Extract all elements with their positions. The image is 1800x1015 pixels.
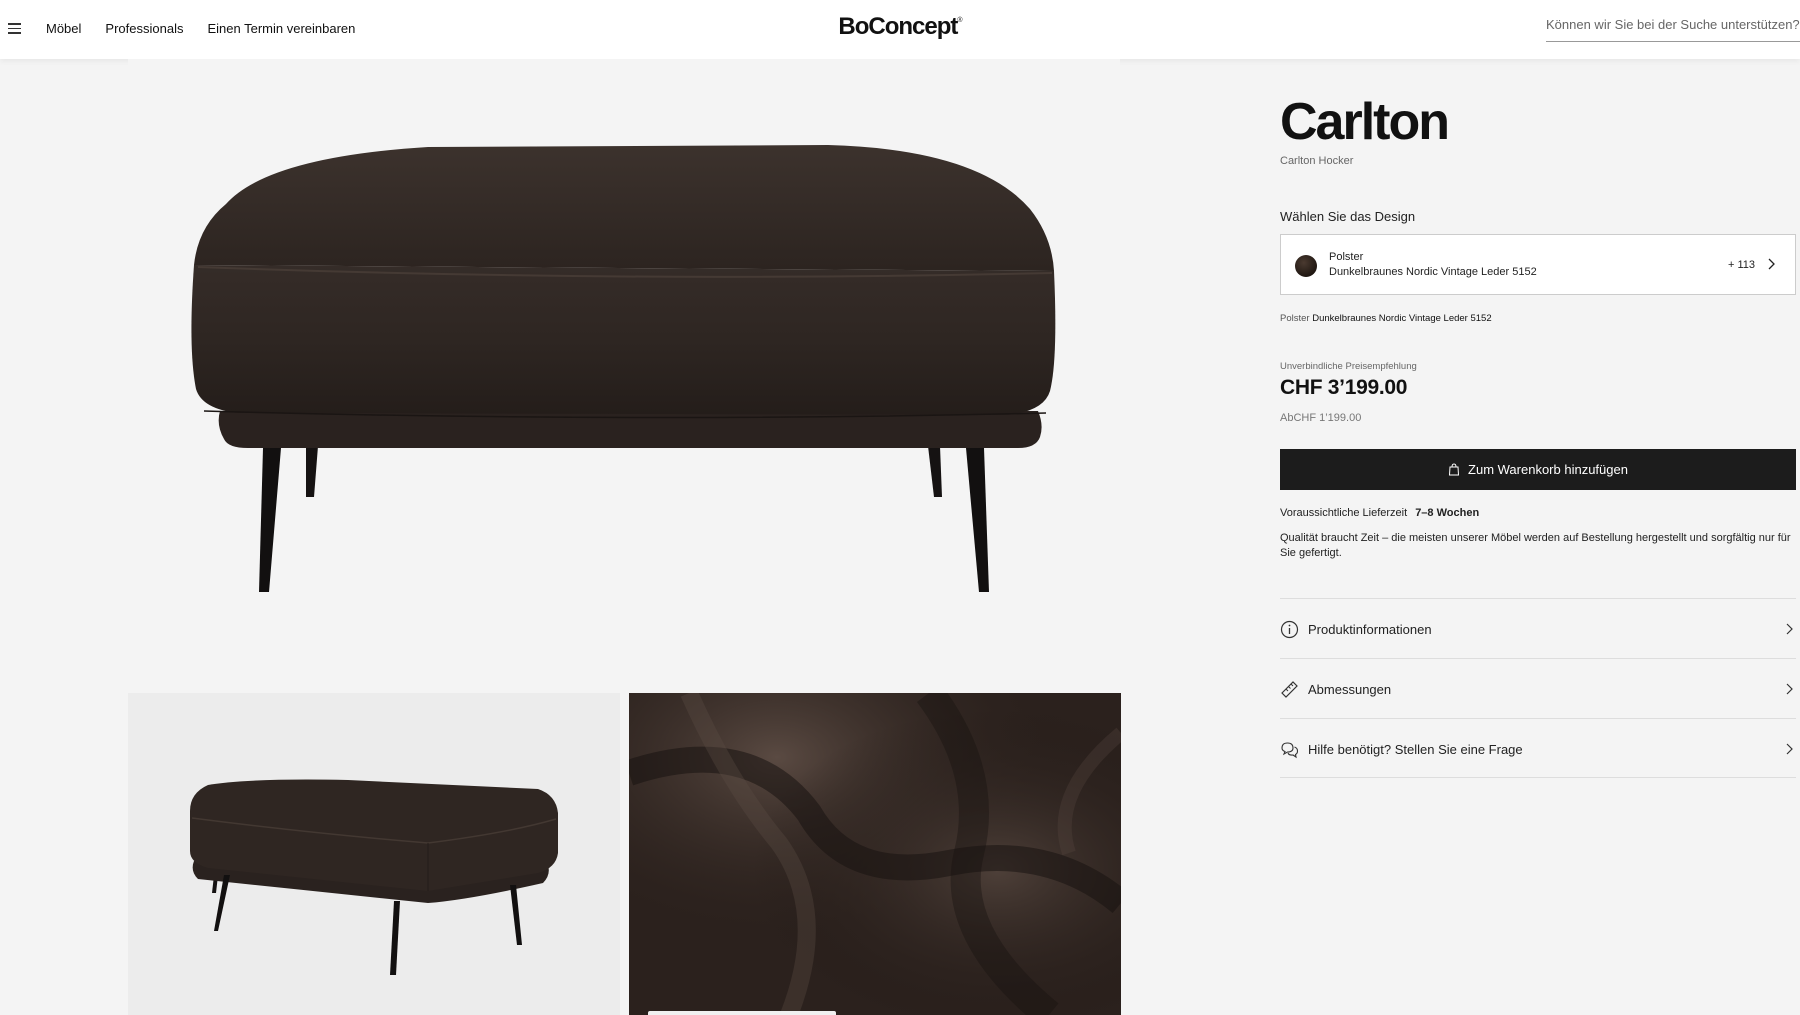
delivery-time: Voraussichtliche Lieferzeit 7–8 Wochen (1280, 507, 1479, 519)
nav-item-moebel[interactable]: Möbel (46, 21, 81, 36)
chevron-right-icon (1786, 623, 1793, 635)
accordion-help[interactable]: Hilfe benötigt? Stellen Sie eine Frage (1280, 718, 1796, 778)
summary-key: Polster (1280, 313, 1310, 324)
gallery-scroll-indicator[interactable] (648, 1011, 836, 1015)
design-heading: Wählen Sie das Design (1280, 209, 1416, 224)
main-nav: Möbel Professionals Einen Termin vereinb… (46, 21, 355, 36)
cart-button-label: Zum Warenkorb hinzufügen (1468, 462, 1628, 477)
material-swatch (1295, 255, 1317, 277)
site-header: Möbel Professionals Einen Termin vereinb… (0, 0, 1800, 59)
accordion-label: Abmessungen (1308, 682, 1392, 697)
selection-summary: Polster Dunkelbraunes Nordic Vintage Led… (1280, 313, 1492, 324)
product-title: Carlton (1280, 93, 1450, 151)
chevron-right-icon (1786, 683, 1793, 695)
rrp-label: Unverbindliche Preisempfehlung (1280, 361, 1417, 372)
ottoman-perspective-image (190, 779, 558, 975)
design-selector[interactable]: Polster Dunkelbraunes Nordic Vintage Led… (1280, 234, 1796, 295)
menu-icon[interactable] (8, 23, 21, 34)
ottoman-front-image (191, 145, 1056, 592)
leather-texture-image (629, 693, 1121, 1015)
add-to-cart-button[interactable]: Zum Warenkorb hinzufügen (1280, 449, 1796, 490)
quality-note: Qualität braucht Zeit – die meisten unse… (1280, 532, 1791, 559)
thumbnail-leather-detail[interactable] (629, 693, 1121, 1015)
ruler-icon (1281, 681, 1298, 698)
registered-mark: ® (957, 17, 962, 24)
chevron-right-icon (1768, 258, 1775, 270)
accordion-product-info[interactable]: Produktinformationen (1280, 598, 1796, 658)
product-price: CHF 3’199.00 (1280, 376, 1408, 399)
main-product-image[interactable] (128, 59, 1120, 669)
nav-item-professionals[interactable]: Professionals (105, 21, 183, 36)
delivery-value: 7–8 Wochen (1415, 507, 1480, 519)
design-option-count: + 113 (1727, 259, 1755, 271)
product-subtitle: Carlton Hocker (1280, 155, 1354, 167)
logo-text: BoConcept (838, 13, 958, 40)
nav-item-termin[interactable]: Einen Termin vereinbaren (207, 21, 355, 36)
delivery-label: Voraussichtliche Lieferzeit (1280, 507, 1408, 519)
summary-value: Dunkelbraunes Nordic Vintage Leder 5152 (1312, 313, 1492, 324)
bag-icon (1448, 463, 1460, 476)
search-input[interactable] (1546, 14, 1800, 42)
design-value: Dunkelbraunes Nordic Vintage Leder 5152 (1329, 266, 1537, 278)
accordion-label: Produktinformationen (1308, 622, 1432, 637)
design-category: Polster (1329, 251, 1364, 263)
accordion-label: Hilfe benötigt? Stellen Sie eine Frage (1308, 742, 1523, 757)
price-from: AbCHF 1’199.00 (1280, 412, 1362, 424)
chevron-right-icon (1786, 743, 1793, 755)
brand-logo[interactable]: BoConcept® (838, 13, 962, 41)
thumbnail-perspective[interactable] (128, 693, 620, 1015)
info-icon (1280, 620, 1299, 639)
chat-icon (1281, 742, 1299, 759)
accordion-dimensions[interactable]: Abmessungen (1280, 658, 1796, 718)
